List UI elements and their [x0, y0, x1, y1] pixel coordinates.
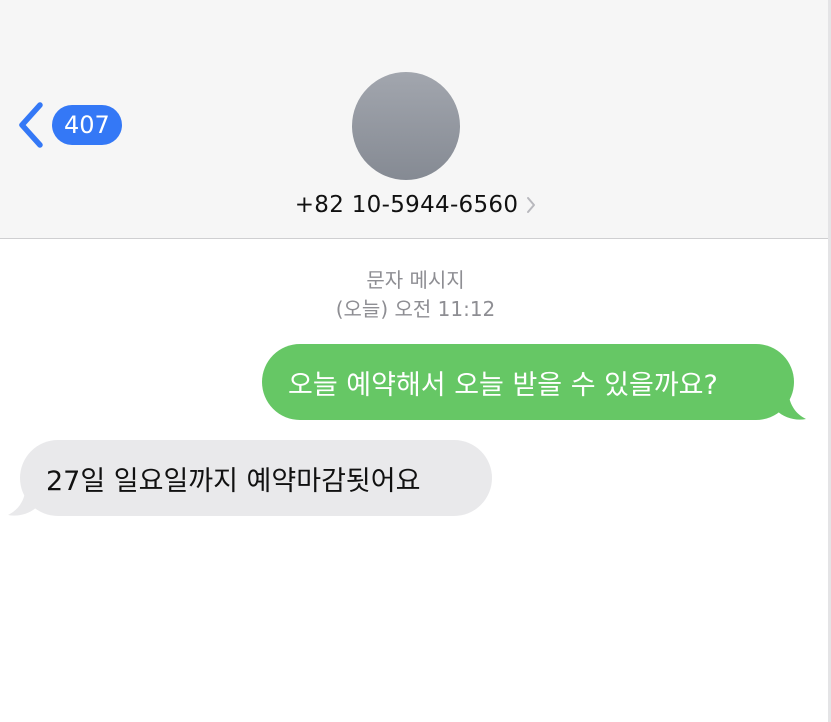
contact-number: +82 10-5944-6560: [294, 192, 519, 218]
contact-info-button[interactable]: +82 10-5944-6560: [0, 188, 831, 222]
status-bar-area: [0, 0, 831, 84]
unread-count-badge: 407: [52, 105, 122, 145]
contact-avatar[interactable]: [352, 72, 460, 180]
chevron-right-icon: [526, 196, 536, 214]
message-timestamp: (오늘) 오전 11:12: [335, 297, 496, 321]
message-text: 27일 일요일까지 예약마감됫어요: [46, 465, 421, 497]
incoming-message-bubble[interactable]: 27일 일요일까지 예약마감됫어요: [20, 440, 492, 516]
chevron-left-icon: [16, 100, 50, 150]
thread-meta: 문자 메시지 (오늘) 오전 11:12: [0, 266, 831, 324]
back-button[interactable]: 407: [16, 100, 136, 150]
outgoing-message-bubble[interactable]: 오늘 예약해서 오늘 받을 수 있을까요?: [262, 344, 794, 420]
message-text: 오늘 예약해서 오늘 받을 수 있을까요?: [288, 369, 718, 401]
message-type-label: 문자 메시지: [366, 268, 465, 292]
